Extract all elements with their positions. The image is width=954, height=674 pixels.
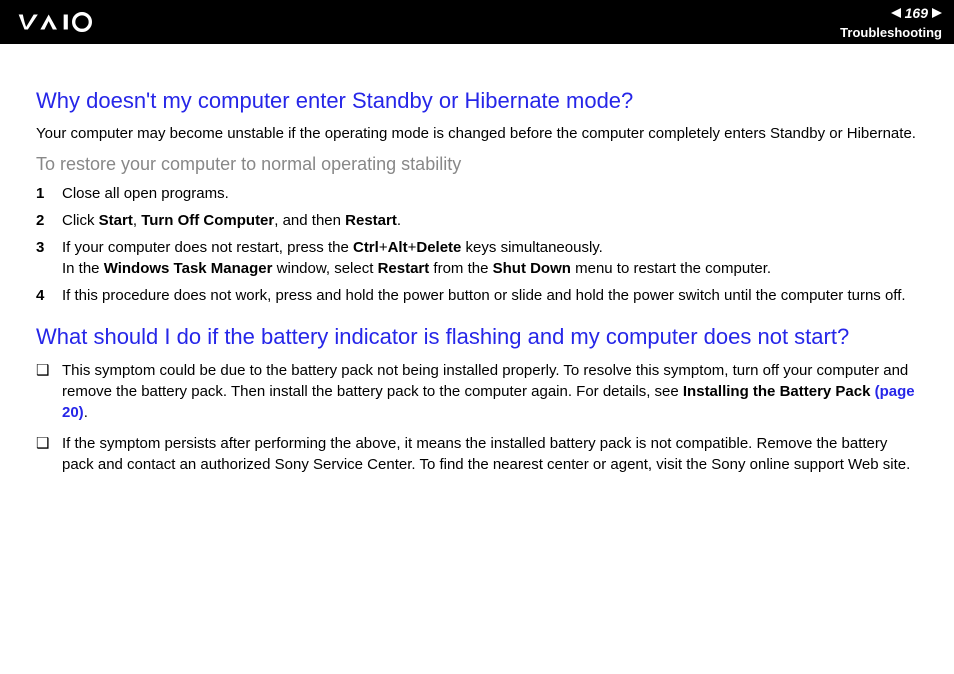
vaio-logo [12, 12, 122, 32]
question-1-heading: Why doesn't my computer enter Standby or… [36, 88, 918, 114]
question-1-intro: Your computer may become unstable if the… [36, 124, 918, 144]
step-text: If your computer does not restart, press… [62, 237, 918, 279]
step-3: 3 If your computer does not restart, pre… [36, 237, 918, 279]
bullet-text: This symptom could be due to the battery… [62, 360, 918, 423]
page-number: 169 [905, 5, 928, 21]
step-text: If this procedure does not work, press a… [62, 285, 918, 306]
step-4: 4 If this procedure does not work, press… [36, 285, 918, 306]
bullet-text: If the symptom persists after performing… [62, 433, 918, 475]
step-number: 3 [36, 237, 62, 258]
page-content: Why doesn't my computer enter Standby or… [0, 44, 954, 475]
question-2-bullets: ❑ This symptom could be due to the batte… [36, 360, 918, 475]
step-1: 1 Close all open programs. [36, 183, 918, 204]
prev-page-arrow-icon[interactable] [891, 8, 901, 18]
page-nav: 169 [891, 5, 942, 21]
bullet-item: ❑ This symptom could be due to the batte… [36, 360, 918, 423]
header-nav: 169 Troubleshooting [840, 5, 942, 40]
step-number: 1 [36, 183, 62, 204]
procedure-subhead: To restore your computer to normal opera… [36, 154, 918, 175]
step-2: 2 Click Start, Turn Off Computer, and th… [36, 210, 918, 231]
step-number: 2 [36, 210, 62, 231]
header-bar: 169 Troubleshooting [0, 0, 954, 44]
question-2-heading: What should I do if the battery indicato… [36, 324, 918, 350]
step-number: 4 [36, 285, 62, 306]
section-label: Troubleshooting [840, 25, 942, 40]
bullet-item: ❑ If the symptom persists after performi… [36, 433, 918, 475]
procedure-steps: 1 Close all open programs. 2 Click Start… [36, 183, 918, 306]
step-text: Click Start, Turn Off Computer, and then… [62, 210, 918, 231]
bullet-icon: ❑ [36, 360, 62, 381]
next-page-arrow-icon[interactable] [932, 8, 942, 18]
step-text: Close all open programs. [62, 183, 918, 204]
bullet-icon: ❑ [36, 433, 62, 454]
